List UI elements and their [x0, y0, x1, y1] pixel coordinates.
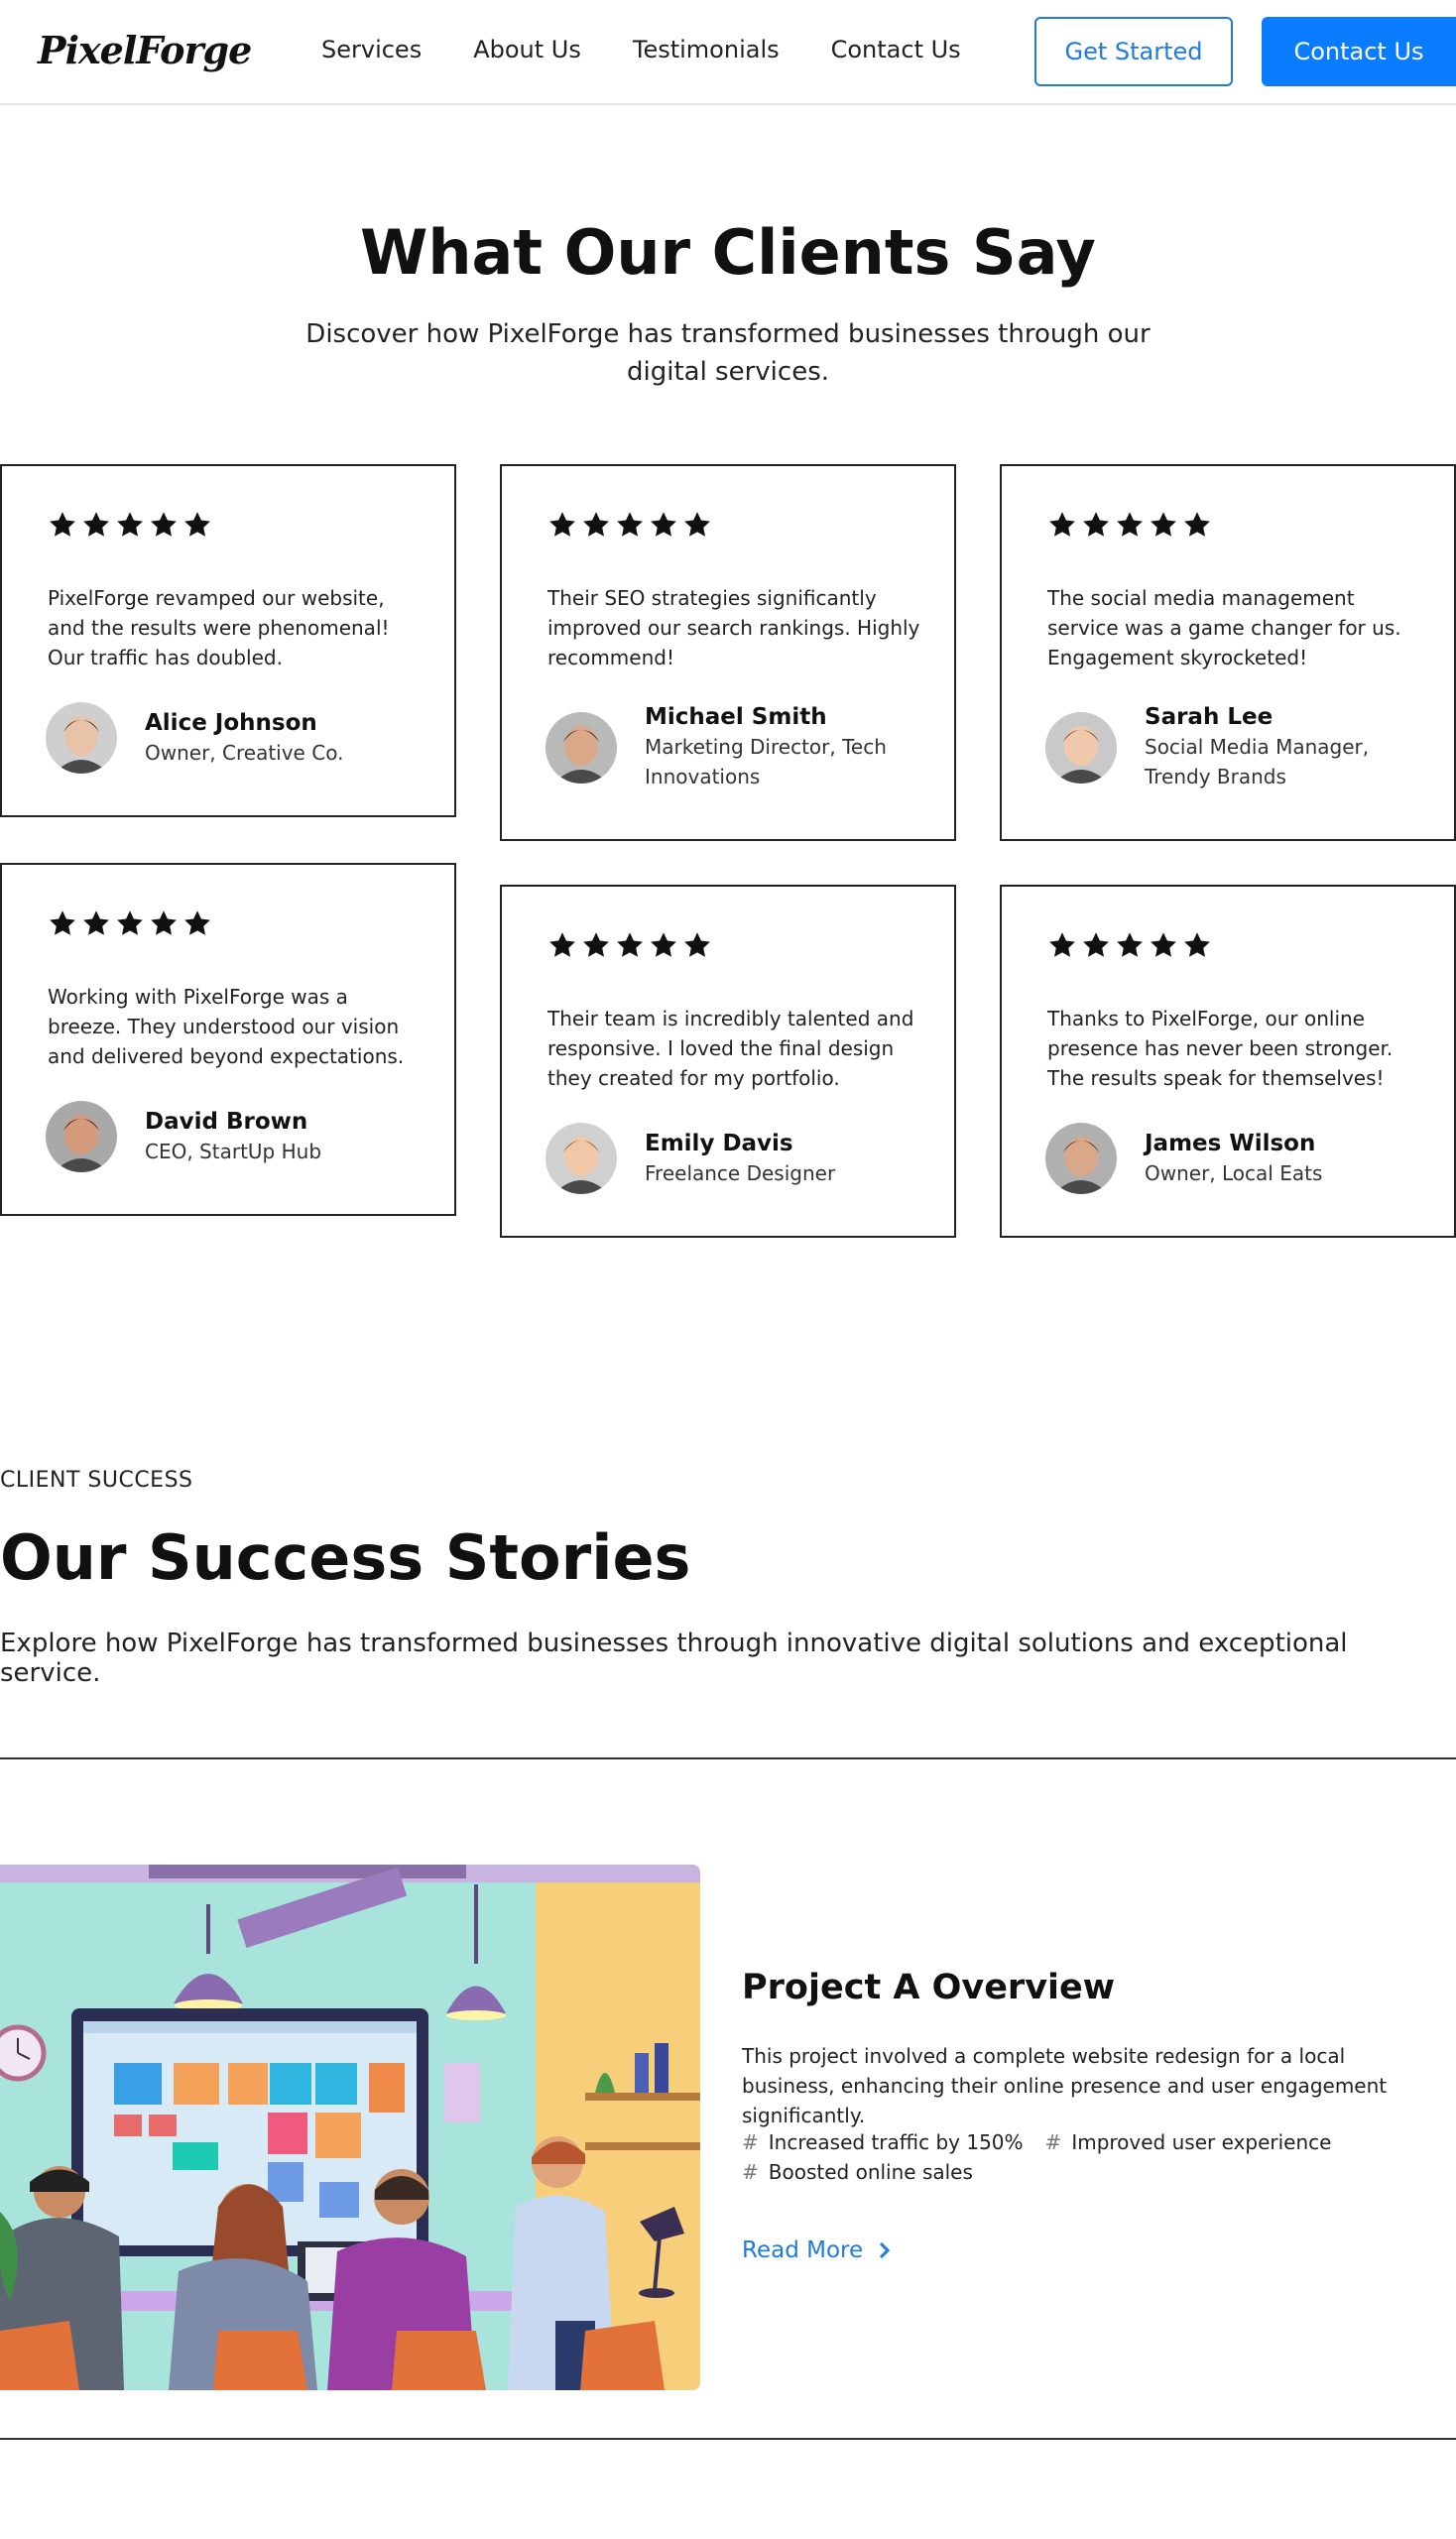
- star-icon: [115, 908, 145, 942]
- testimonial-quote: Working with PixelForge was a breeze. Th…: [48, 985, 405, 1068]
- client-name: Alice Johnson: [145, 710, 317, 736]
- project-title: Project A Overview: [742, 1968, 1116, 2007]
- team-meeting-illustration: [0, 1865, 700, 2390]
- person-avatar-icon: [46, 702, 117, 774]
- client-role: Owner, Creative Co.: [145, 741, 344, 765]
- star-icon: [48, 510, 77, 544]
- star-icon: [1182, 930, 1212, 964]
- testimonial-quote: The social media management service was …: [1047, 586, 1401, 669]
- top-navbar: PixelForge Services About Us Testimonial…: [0, 0, 1456, 105]
- person-avatar-icon: [546, 1123, 617, 1194]
- success-stories-title: Our Success Stories: [0, 1521, 691, 1594]
- client-role: CEO, StartUp Hub: [145, 1140, 322, 1163]
- star-rating: [1047, 930, 1212, 964]
- section-eyebrow: CLIENT SUCCESS: [0, 1468, 193, 1493]
- star-icon: [682, 930, 712, 964]
- star-icon: [149, 908, 179, 942]
- testimonial-card: PixelForge revamped our website, and the…: [0, 464, 456, 817]
- testimonials-title: What Our Clients Say: [360, 216, 1096, 289]
- star-icon: [1115, 510, 1145, 544]
- project-tag: # Improved user experience: [1045, 2130, 1332, 2154]
- star-icon: [48, 908, 77, 942]
- tag-label: Increased traffic by 150%: [768, 2130, 1024, 2154]
- person-avatar-icon: [1045, 712, 1117, 784]
- hash-icon: #: [742, 2130, 759, 2154]
- project-description: This project involved a complete website…: [742, 2044, 1388, 2127]
- star-icon: [1047, 930, 1077, 964]
- star-icon: [615, 930, 645, 964]
- client-role: Freelance Designer: [645, 1161, 836, 1185]
- client-name: David Brown: [145, 1109, 308, 1135]
- client-name: Sarah Lee: [1145, 704, 1274, 730]
- star-rating: [1047, 510, 1212, 544]
- star-rating: [547, 930, 712, 964]
- nav-link-testimonials[interactable]: Testimonials: [633, 36, 780, 63]
- star-icon: [1081, 510, 1111, 544]
- star-icon: [1081, 930, 1111, 964]
- star-icon: [649, 510, 678, 544]
- get-started-button[interactable]: Get Started: [1034, 17, 1233, 86]
- testimonial-card: The social media management service was …: [1000, 464, 1456, 841]
- nav-link-contact-us[interactable]: Contact Us: [831, 36, 961, 63]
- nav-link-about-us[interactable]: About Us: [473, 36, 581, 63]
- project-tags: # Increased traffic by 150% # Improved use…: [742, 2130, 1416, 2184]
- star-icon: [182, 510, 212, 544]
- tag-label: Improved user experience: [1071, 2130, 1332, 2154]
- client-name: Emily Davis: [645, 1131, 793, 1156]
- primary-nav: Services About Us Testimonials Contact U…: [321, 36, 1013, 63]
- read-more-link[interactable]: Read More: [742, 2237, 891, 2263]
- client-role: Social Media Manager, Trendy Brands: [1145, 735, 1370, 788]
- hash-icon: #: [742, 2160, 759, 2184]
- read-more-label: Read More: [742, 2237, 864, 2263]
- star-icon: [1149, 510, 1178, 544]
- testimonial-quote: Their SEO strategies significantly impro…: [547, 586, 920, 669]
- client-name: James Wilson: [1145, 1131, 1316, 1156]
- project-tag: # Boosted online sales: [742, 2160, 973, 2184]
- star-icon: [649, 930, 678, 964]
- star-rating: [547, 510, 712, 544]
- success-stories-subtitle: Explore how PixelForge has transformed b…: [0, 1629, 1348, 1688]
- star-icon: [581, 510, 611, 544]
- star-icon: [1149, 930, 1178, 964]
- testimonial-quote: PixelForge revamped our website, and the…: [48, 586, 390, 669]
- star-icon: [682, 510, 712, 544]
- nav-link-services[interactable]: Services: [321, 36, 422, 63]
- brand-logo[interactable]: PixelForge: [38, 28, 252, 72]
- divider: [0, 2438, 1456, 2440]
- hash-icon: #: [1044, 2130, 1062, 2154]
- testimonial-card: Working with PixelForge was a breeze. Th…: [0, 863, 456, 1216]
- star-icon: [182, 908, 212, 942]
- testimonials-subtitle: Discover how PixelForge has transformed …: [305, 319, 1151, 387]
- project-tag: # Increased traffic by 150%: [742, 2130, 1024, 2154]
- testimonial-quote: Their team is incredibly talented and re…: [547, 1007, 914, 1090]
- person-avatar-icon: [46, 1101, 117, 1172]
- testimonial-quote: Thanks to PixelForge, our online presenc…: [1047, 1007, 1394, 1090]
- star-icon: [1182, 510, 1212, 544]
- person-avatar-icon: [1045, 1123, 1117, 1194]
- star-icon: [115, 510, 145, 544]
- star-icon: [1115, 930, 1145, 964]
- star-icon: [581, 930, 611, 964]
- client-role: Owner, Local Eats: [1145, 1161, 1323, 1185]
- star-icon: [615, 510, 645, 544]
- divider: [0, 1757, 1456, 1759]
- star-icon: [149, 510, 179, 544]
- chevron-right-icon: [880, 2241, 891, 2259]
- star-rating: [48, 908, 212, 942]
- client-name: Michael Smith: [645, 704, 827, 730]
- tag-label: Boosted online sales: [768, 2160, 973, 2184]
- star-icon: [547, 510, 577, 544]
- testimonial-card: Their SEO strategies significantly impro…: [500, 464, 956, 841]
- star-rating: [48, 510, 212, 544]
- contact-us-button[interactable]: Contact Us: [1262, 17, 1456, 86]
- testimonial-card: Thanks to PixelForge, our online presenc…: [1000, 885, 1456, 1238]
- testimonial-card: Their team is incredibly talented and re…: [500, 885, 956, 1238]
- star-icon: [81, 908, 111, 942]
- star-icon: [547, 930, 577, 964]
- star-icon: [81, 510, 111, 544]
- person-avatar-icon: [546, 712, 617, 784]
- client-role: Marketing Director, Tech Innovations: [645, 735, 887, 788]
- star-icon: [1047, 510, 1077, 544]
